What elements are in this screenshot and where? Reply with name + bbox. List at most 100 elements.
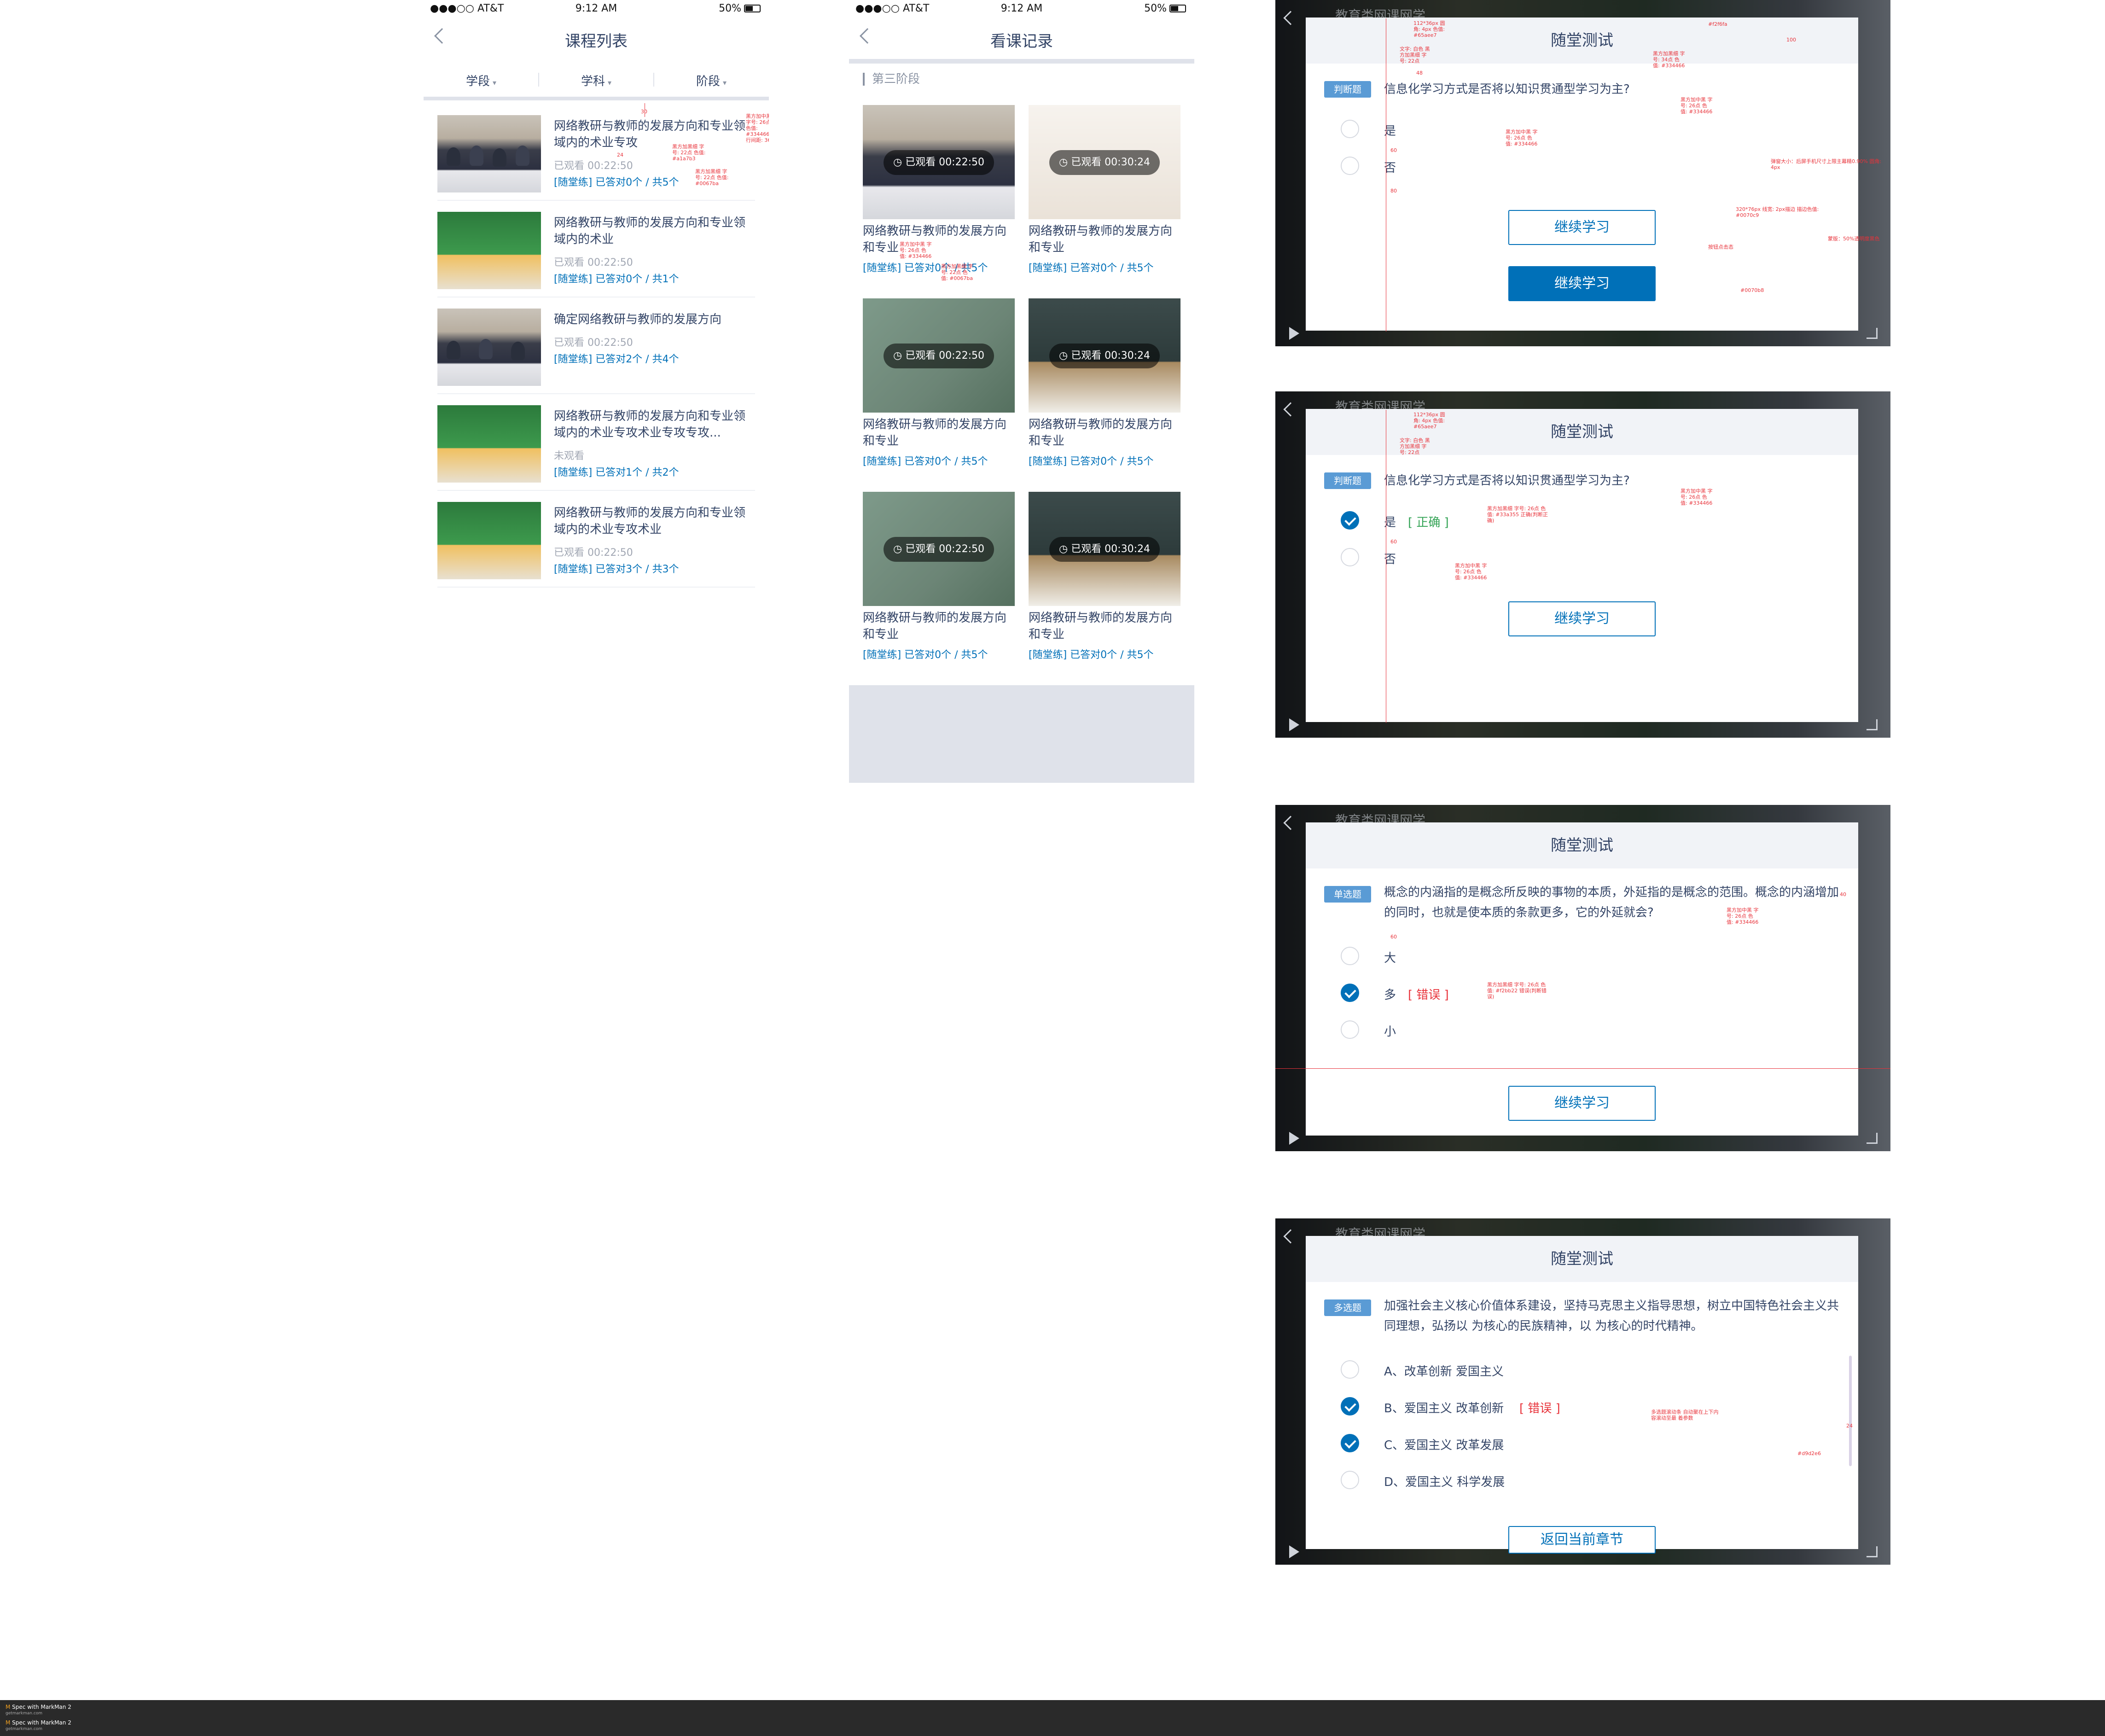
option-radio[interactable] xyxy=(1341,157,1359,175)
quiz-panel-1: 教育类网课网学 随堂测试 判断题 信息化学习方式是否将以知识贯通型学习为主? 是… xyxy=(1275,0,1890,346)
course-thumbnail xyxy=(437,405,541,483)
judge-wrong: [ 错误 ] xyxy=(1519,1402,1560,1416)
spec-annotation: 40 xyxy=(1840,891,1846,897)
quiz-dialog: 随堂测试 多选题 加强社会主义核心价值体系建设，坚持马克思主义指导思想，树立中国… xyxy=(1306,1236,1858,1554)
option-radio[interactable] xyxy=(1341,120,1359,138)
spec-annotation: 黑方加中黑 字号: 26点 色值: #334466 xyxy=(1681,97,1713,115)
video-card[interactable]: ◷ 已观看 00:22:50 网络教研与教师的发展方向和专业 [随堂练] 已答对… xyxy=(863,105,1015,298)
video-card[interactable]: ◷ 已观看 00:22:50 网络教研与教师的发展方向和专业 [随堂练] 已答对… xyxy=(863,492,1015,685)
video-card[interactable]: ◷ 已观看 00:30:24 网络教研与教师的发展方向和专业 [随堂练] 已答对… xyxy=(1029,105,1180,298)
quiz-header: 随堂测试 xyxy=(1306,17,1858,64)
course-thumbnail xyxy=(437,309,541,386)
play-icon[interactable] xyxy=(1289,1132,1299,1145)
practice-status[interactable]: [随堂练] 已答对0个 / 共5个 xyxy=(554,174,679,189)
fullscreen-icon[interactable] xyxy=(1867,1133,1878,1144)
question-text: 加强社会主义核心价值体系建设，坚持马克思主义指导思想，树立中国特色社会主义共同理… xyxy=(1384,1299,1839,1333)
spec-annotation: 文字: 白色 黑方加黑细 字号: 22点 xyxy=(1400,46,1430,64)
spec-annotation: #0070b8 xyxy=(1740,287,1764,293)
option-radio[interactable] xyxy=(1341,1020,1359,1039)
practice-status[interactable]: [随堂练] 已答对3个 / 共3个 xyxy=(554,561,679,576)
spec-annotation: 黑方加中黑 字号: 26点 色值: #334466 xyxy=(900,241,932,259)
continue-button[interactable]: 继续学习 xyxy=(1508,210,1656,245)
question-type-tag: 多选题 xyxy=(1324,1299,1371,1316)
course-list-screen: ●●●○○ AT&T 9:12 AM 50% 课程列表 学段 ▾ 学科 ▾ 阶段 ▾ … xyxy=(424,0,769,599)
quiz-header: 随堂测试 xyxy=(1306,1236,1858,1282)
fullscreen-icon[interactable] xyxy=(1867,328,1878,339)
practice-status[interactable]: [随堂练] 已答对0个 / 共5个 xyxy=(863,453,988,468)
fullscreen-icon[interactable] xyxy=(1867,719,1878,730)
course-row[interactable]: 确定网络教研与教师的发展方向 已观看 00:22:50 [随堂练] 已答对2个 … xyxy=(437,297,755,394)
video-title: 网络教研与教师的发展方向和专业 xyxy=(1029,611,1173,641)
continue-button-pressed[interactable]: 继续学习 xyxy=(1508,266,1656,301)
chevron-down-icon: ▾ xyxy=(722,78,727,87)
question-text: 概念的内涵指的是概念所反映的事物的本质，外延指的是概念的范围。概念的内涵增加的同… xyxy=(1384,885,1839,920)
video-card[interactable]: ◷ 已观看 00:22:50 网络教研与教师的发展方向和专业 [随堂练] 已答对… xyxy=(863,298,1015,492)
fullscreen-icon[interactable] xyxy=(1867,1546,1878,1557)
spec-annotation: 30 xyxy=(641,109,647,115)
course-thumbnail xyxy=(437,115,541,192)
practice-status[interactable]: [随堂练] 已答对0个 / 共5个 xyxy=(863,647,988,661)
play-icon[interactable] xyxy=(1289,327,1299,340)
play-icon[interactable] xyxy=(1289,1545,1299,1558)
status-time: 9:12 AM xyxy=(1000,3,1043,14)
course-row[interactable]: 网络教研与教师的发展方向和专业领域内的术业 已观看 00:22:50 [随堂练]… xyxy=(437,201,755,297)
battery-percent: 50% xyxy=(1144,3,1167,14)
spec-annotation: 按钮点击态 xyxy=(1708,244,1733,250)
practice-status[interactable]: [随堂练] 已答对0个 / 共5个 xyxy=(1029,453,1154,468)
course-row[interactable]: 网络教研与教师的发展方向和专业领域内的术业专攻术业专攻专攻... 未观看 [随堂… xyxy=(437,394,755,491)
spec-annotation: 60 xyxy=(1390,934,1397,940)
filter-stage[interactable]: 学段 ▾ xyxy=(424,72,539,89)
video-card[interactable]: ◷ 已观看 00:30:24 网络教研与教师的发展方向和专业 [随堂练] 已答对… xyxy=(1029,492,1180,685)
spec-annotation: 60 xyxy=(1390,147,1397,153)
quiz-panel-2: 教育类网课网学 随堂测试 判断题 信息化学习方式是否将以知识贯通型学习为主? 是… xyxy=(1275,391,1890,738)
option-radio[interactable] xyxy=(1341,947,1359,965)
practice-status[interactable]: [随堂练] 已答对0个 / 共1个 xyxy=(554,271,679,285)
watch-history-screen: ●●●○○ AT&T 9:12 AM 50% 看课记录 第三阶段 ◷ 已观看 0… xyxy=(849,0,1194,783)
video-card[interactable]: ◷ 已观看 00:30:24 网络教研与教师的发展方向和专业 [随堂练] 已答对… xyxy=(1029,298,1180,492)
watched-badge: ◷ 已观看 00:22:50 xyxy=(884,150,994,175)
spec-annotation: 24 xyxy=(617,152,623,158)
filter-subject[interactable]: 学科 ▾ xyxy=(539,72,654,89)
option-checkbox-checked[interactable] xyxy=(1341,1434,1359,1452)
practice-status[interactable]: [随堂练] 已答对0个 / 共5个 xyxy=(1029,647,1154,661)
quiz-header: 随堂测试 xyxy=(1306,822,1858,868)
option-radio-checked[interactable] xyxy=(1341,511,1359,530)
practice-status[interactable]: [随堂练] 已答对0个 / 共5个 xyxy=(1029,260,1154,274)
status-bar: ●●●○○ AT&T 9:12 AM 50% xyxy=(849,0,1194,18)
spec-annotation: 60 xyxy=(1390,539,1397,545)
play-icon[interactable] xyxy=(1289,718,1299,731)
video-title: 网络教研与教师的发展方向和专业 xyxy=(1029,418,1173,448)
markman-badge: M Spec with MarkMan 2 getmarkman.com xyxy=(6,1719,71,1731)
option-checkbox[interactable] xyxy=(1341,1471,1359,1489)
quiz-panel-4: 教育类网课网学 随堂测试 多选题 加强社会主义核心价值体系建设，坚持马克思主义指… xyxy=(1275,1218,1890,1565)
option-checkbox[interactable] xyxy=(1341,1360,1359,1379)
question-text: 信息化学习方式是否将以知识贯通型学习为主? xyxy=(1384,474,1630,488)
quiz-dialog: 随堂测试 判断题 信息化学习方式是否将以知识贯通型学习为主? 是 [ 正确 ] … xyxy=(1306,409,1858,722)
course-row[interactable]: 网络教研与教师的发展方向和专业领域内的术业专攻术业 已观看 00:22:50 [… xyxy=(437,491,755,588)
practice-status[interactable]: [随堂练] 已答对1个 / 共2个 xyxy=(554,464,679,479)
continue-button[interactable]: 继续学习 xyxy=(1508,1086,1656,1121)
markman-badge: M Spec with MarkMan 2 getmarkman.com xyxy=(6,1704,71,1716)
option-radio-checked[interactable] xyxy=(1341,984,1359,1002)
page-title: 看课记录 xyxy=(990,32,1053,51)
watched-badge: ◷ 已观看 00:22:50 xyxy=(884,537,994,562)
continue-button[interactable]: 继续学习 xyxy=(1508,601,1656,636)
watched-badge: ◷ 已观看 00:22:50 xyxy=(884,344,994,368)
nav-bar: 看课记录 xyxy=(849,18,1194,64)
quiz-dialog: 随堂测试 单选题 概念的内涵指的是概念所反映的事物的本质，外延指的是概念的范围。… xyxy=(1306,822,1858,1136)
scrollbar[interactable] xyxy=(1849,1356,1852,1466)
practice-status[interactable]: [随堂练] 已答对2个 / 共4个 xyxy=(554,351,679,366)
spec-annotation: 黑方加黑细 字号: 22点 色值: #0067ba xyxy=(695,169,729,186)
option-label: A、改革创新 爱国主义 xyxy=(1384,1365,1504,1379)
spec-annotation: 黑方加中黑 字号: 26点 色值: #334466 xyxy=(1681,488,1713,506)
option-radio[interactable] xyxy=(1341,548,1359,566)
course-thumbnail xyxy=(437,212,541,289)
question-type-tag: 判断题 xyxy=(1324,472,1371,489)
option-label: 多 xyxy=(1384,988,1396,1002)
filter-phase[interactable]: 阶段 ▾ xyxy=(654,72,769,89)
video-title: 网络教研与教师的发展方向和专业 xyxy=(863,611,1007,641)
spec-annotation: 112*36px 圆角: 4px 色值: #65aee7 xyxy=(1413,412,1445,430)
option-checkbox-checked[interactable] xyxy=(1341,1397,1359,1416)
return-chapter-button[interactable]: 返回当前章节 xyxy=(1508,1526,1656,1554)
video-title: 网络教研与教师的发展方向和专业 xyxy=(1029,224,1173,255)
